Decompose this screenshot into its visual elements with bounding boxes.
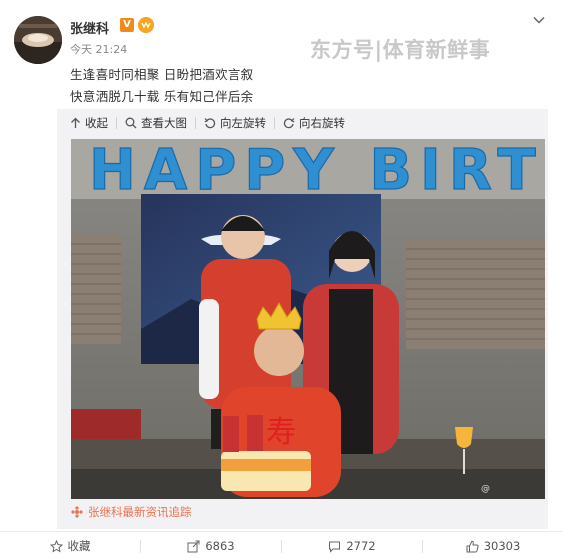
- svg-text:@: @: [481, 484, 490, 494]
- flower-icon: [71, 506, 83, 518]
- search-icon: [125, 117, 137, 129]
- toolbar-divider: [195, 117, 196, 129]
- balloon-text: HAPPY BIRT: [89, 139, 544, 203]
- view-large-button[interactable]: 查看大图: [125, 115, 187, 131]
- rotate-right-icon: [283, 118, 295, 129]
- comment-icon: [329, 541, 341, 553]
- view-large-label: 查看大图: [141, 116, 187, 130]
- like-button[interactable]: 30303: [423, 532, 563, 559]
- collapse-label: 收起: [85, 116, 108, 130]
- favorite-label: 收藏: [67, 539, 91, 553]
- post-header: 张继科 V 今天 21:24 东方号|体育新鲜事 生逢喜时同相聚 日盼把酒欢言叙…: [0, 0, 563, 110]
- source-label: 张继科最新资讯追踪: [88, 505, 192, 519]
- post-time[interactable]: 今天 21:24: [70, 41, 127, 57]
- avatar[interactable]: [14, 16, 62, 64]
- comment-button[interactable]: 2772: [282, 532, 422, 559]
- rotate-right-button[interactable]: 向右旋转: [283, 115, 345, 131]
- thumbs-up-icon: [466, 540, 479, 552]
- share-button[interactable]: 6863: [141, 532, 281, 559]
- source-link[interactable]: 张继科最新资讯追踪: [71, 504, 192, 520]
- verified-badge: V: [120, 18, 134, 32]
- cake-character: 寿: [266, 415, 296, 450]
- rotate-left-icon: [204, 118, 216, 129]
- post-photo[interactable]: 寿 HAPPY BIRT @: [71, 139, 545, 499]
- watermark: 东方号|体育新鲜事: [310, 38, 491, 62]
- vip-icon[interactable]: [138, 17, 154, 33]
- rotate-right-label: 向右旋转: [299, 116, 345, 130]
- favorite-button[interactable]: 收藏: [0, 532, 140, 559]
- share-icon: [187, 540, 200, 552]
- collapse-icon: [71, 117, 80, 128]
- collapse-button[interactable]: 收起: [70, 115, 108, 131]
- author-name[interactable]: 张继科: [70, 18, 109, 37]
- rotate-left-label: 向左旋转: [220, 116, 266, 130]
- image-panel: 收起 查看大图 向左旋转 向右旋转 寿 HAPPY BIRT @ 张继科最新资讯…: [57, 109, 548, 529]
- share-count: 6863: [205, 539, 235, 553]
- rotate-left-button[interactable]: 向左旋转: [204, 115, 266, 131]
- comment-count: 2772: [346, 539, 376, 553]
- post-text-line-2: 快意洒脱几十载 乐有知己伴后余: [70, 89, 254, 104]
- action-bar: 收藏 6863 2772 30303: [0, 531, 563, 559]
- chevron-down-icon[interactable]: [532, 12, 546, 26]
- toolbar-divider: [116, 117, 117, 129]
- star-icon: [49, 539, 63, 553]
- like-count: 30303: [483, 539, 521, 553]
- image-toolbar: 收起 查看大图 向左旋转 向右旋转: [57, 109, 548, 137]
- toolbar-divider: [274, 117, 275, 129]
- post-text-line-1: 生逢喜时同相聚 日盼把酒欢言叙: [70, 67, 254, 82]
